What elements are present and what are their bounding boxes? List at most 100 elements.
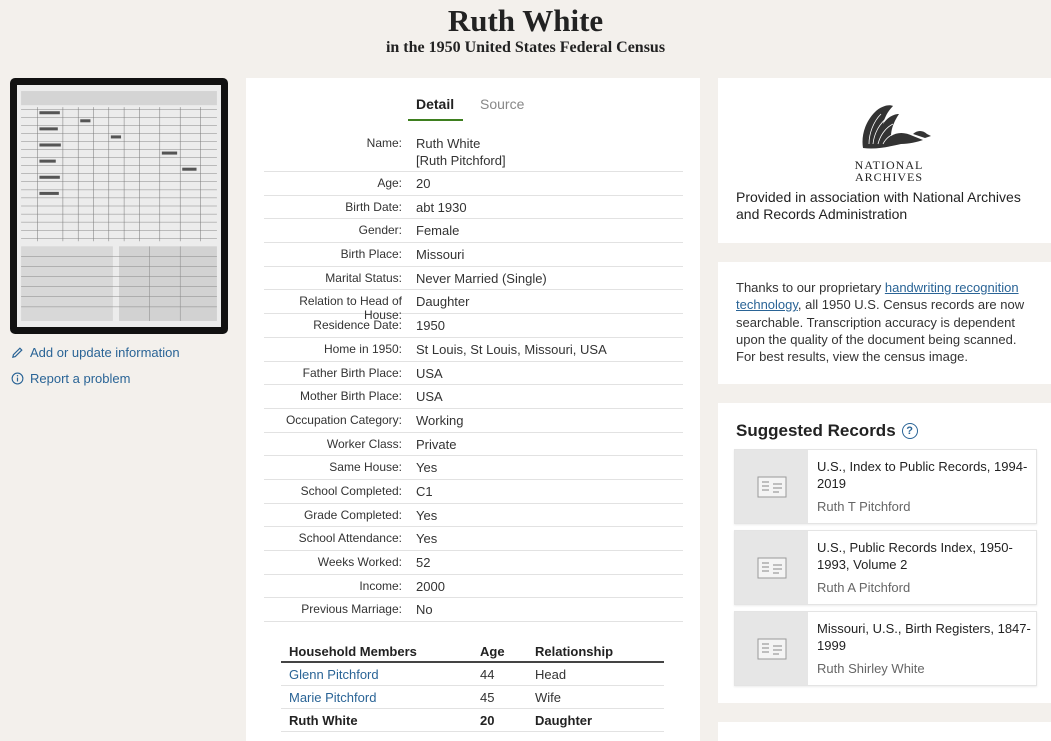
household-member-age: 44 bbox=[480, 666, 495, 682]
household-row: Marie Pitchford 45 Wife bbox=[281, 686, 664, 709]
national-archives-card: NATIONAL ARCHIVES Provided in associatio… bbox=[718, 78, 1051, 243]
fact-label: Occupation Category: bbox=[285, 412, 402, 427]
fact-label: Home in 1950: bbox=[323, 341, 402, 356]
household-member-link[interactable]: Marie Pitchford bbox=[281, 690, 480, 705]
fact-value: Missouri bbox=[416, 247, 465, 263]
fact-row: Marital Status: Never Married (Single) bbox=[264, 267, 683, 291]
fact-value: 2000 bbox=[416, 578, 445, 594]
fact-value: Ruth White [Ruth Pitchford] bbox=[416, 132, 683, 169]
fact-value: USA bbox=[416, 389, 443, 405]
fact-row: Occupation Category: Working bbox=[264, 409, 683, 433]
tab-source[interactable]: Source bbox=[480, 96, 524, 112]
suggested-record-card[interactable]: U.S., Index to Public Records, 1994-2019… bbox=[734, 449, 1037, 524]
household-row-current: Ruth White 20 Daughter bbox=[281, 709, 664, 732]
fact-row: Gender: Female bbox=[264, 219, 683, 244]
pencil-icon bbox=[10, 346, 24, 360]
add-update-info-label: Add or update information bbox=[30, 345, 180, 360]
household-member-age: 45 bbox=[480, 689, 495, 705]
suggested-record-title: U.S., Index to Public Records, 1994-2019 bbox=[817, 459, 1028, 491]
facts-table: Name: Ruth White [Ruth Pitchford] Age: 20… bbox=[264, 132, 683, 623]
household-col-members: Household Members bbox=[289, 644, 417, 659]
fact-value: Yes bbox=[416, 531, 438, 547]
household-member-link[interactable]: Glenn Pitchford bbox=[281, 667, 480, 682]
ocr-notice-card: Thanks to our proprietary handwriting re… bbox=[718, 262, 1051, 384]
fact-value: Daughter bbox=[416, 294, 470, 310]
fact-row: Birth Place: Missouri bbox=[264, 243, 683, 267]
next-card-partial bbox=[718, 722, 1051, 741]
provided-by-text: Provided in association with National Ar… bbox=[736, 189, 1021, 222]
fact-value: Private bbox=[416, 436, 457, 452]
fact-row-name: Name: Ruth White [Ruth Pitchford] bbox=[264, 132, 683, 172]
fact-value: Yes bbox=[416, 460, 438, 476]
page-subtitle: in the 1950 United States Federal Census bbox=[385, 39, 666, 56]
fact-row: Weeks Worked: 52 bbox=[264, 551, 683, 575]
household-member-relationship: Wife bbox=[535, 689, 561, 705]
census-image-thumbnail[interactable] bbox=[10, 78, 228, 334]
fact-label: Age: bbox=[377, 176, 402, 190]
fact-value: No bbox=[416, 602, 433, 618]
fact-row: Same House: Yes bbox=[264, 456, 683, 480]
suggested-record-name: Ruth Shirley White bbox=[817, 661, 925, 676]
report-problem-link[interactable]: Report a problem bbox=[10, 370, 180, 387]
fact-row: Father Birth Place: USA bbox=[264, 362, 683, 386]
detail-tabs: Detail Source bbox=[246, 78, 700, 122]
fact-label: Income: bbox=[359, 578, 402, 593]
record-detail-card: Detail Source Name: Ruth White [Ruth Pit… bbox=[246, 78, 700, 741]
household-member-age: 20 bbox=[480, 712, 495, 728]
fact-row: Birth Date: abt 1930 bbox=[264, 196, 683, 220]
page-header: Ruth White in the 1950 United States Fed… bbox=[0, 0, 1051, 58]
info-circle-icon bbox=[10, 372, 24, 386]
fact-label: Birth Date: bbox=[345, 199, 402, 214]
fact-label: Birth Place: bbox=[340, 247, 402, 262]
fact-value: Never Married (Single) bbox=[416, 270, 547, 286]
fact-row: Relation to Head of House: Daughter bbox=[264, 290, 683, 322]
ocr-notice-text: Thanks to our proprietary handwriting re… bbox=[736, 279, 1036, 365]
eagle-icon bbox=[862, 105, 931, 149]
side-links: Add or update information Report a probl… bbox=[10, 344, 180, 396]
fact-label: Same House: bbox=[329, 460, 402, 475]
suggested-record-name: Ruth A Pitchford bbox=[817, 580, 911, 595]
household-member-name: Ruth White bbox=[289, 712, 358, 728]
suggested-record-title: U.S., Public Records Index, 1950-1993, V… bbox=[817, 540, 1013, 572]
fact-row: Mother Birth Place: USA bbox=[264, 385, 683, 409]
fact-label: Worker Class: bbox=[326, 436, 402, 451]
fact-row: Previous Marriage: No bbox=[264, 598, 683, 623]
help-icon[interactable]: ? bbox=[901, 423, 918, 439]
national-archives-logo: NATIONAL ARCHIVES bbox=[843, 98, 935, 183]
fact-label: Residence Date: bbox=[313, 318, 402, 333]
suggested-records-card: Suggested Records ? U.S., Index to Publi… bbox=[718, 403, 1051, 703]
household-col-relationship: Relationship bbox=[535, 644, 614, 659]
fact-value: Yes bbox=[416, 507, 438, 523]
suggested-record-card[interactable]: U.S., Public Records Index, 1950-1993, V… bbox=[734, 530, 1037, 605]
fact-value: abt 1930 bbox=[416, 199, 467, 215]
fact-row: Home in 1950: St Louis, St Louis, Missour… bbox=[264, 338, 683, 362]
fact-value: Female bbox=[416, 223, 460, 239]
fact-row: Worker Class: Private bbox=[264, 433, 683, 457]
fact-label: Gender: bbox=[358, 223, 402, 238]
fact-label: Mother Birth Place: bbox=[299, 389, 402, 404]
fact-row: Age: 20 bbox=[264, 172, 683, 196]
suggested-record-card[interactable]: Missouri, U.S., Birth Registers, 1847-19… bbox=[734, 611, 1037, 686]
fact-value: 20 bbox=[416, 176, 431, 191]
document-icon bbox=[735, 450, 808, 523]
fact-label: Father Birth Place: bbox=[302, 365, 402, 380]
fact-value: C1 bbox=[416, 483, 433, 499]
household-row: Glenn Pitchford 44 Head bbox=[281, 663, 664, 686]
fact-label: Name: bbox=[366, 136, 402, 150]
document-icon bbox=[735, 612, 808, 685]
page-title: Ruth White bbox=[447, 3, 604, 38]
add-update-info-link[interactable]: Add or update information bbox=[10, 344, 180, 361]
fact-label: Previous Marriage: bbox=[301, 602, 402, 617]
household-col-age: Age bbox=[480, 644, 505, 659]
fact-label: Weeks Worked: bbox=[317, 555, 402, 569]
fact-value-alt-name: [Ruth Pitchford] bbox=[416, 153, 506, 168]
fact-value: Working bbox=[416, 412, 464, 428]
fact-label: Marital Status: bbox=[325, 270, 402, 285]
tab-detail[interactable]: Detail bbox=[416, 96, 454, 112]
fact-value: USA bbox=[416, 365, 443, 381]
fact-value-name: Ruth White bbox=[416, 136, 481, 151]
active-tab-indicator bbox=[408, 119, 463, 121]
fact-row: Grade Completed: Yes bbox=[264, 504, 683, 528]
fact-value: St Louis, St Louis, Missouri, USA bbox=[416, 341, 607, 357]
household-header-row: Household Members Age Relationship bbox=[281, 644, 664, 663]
